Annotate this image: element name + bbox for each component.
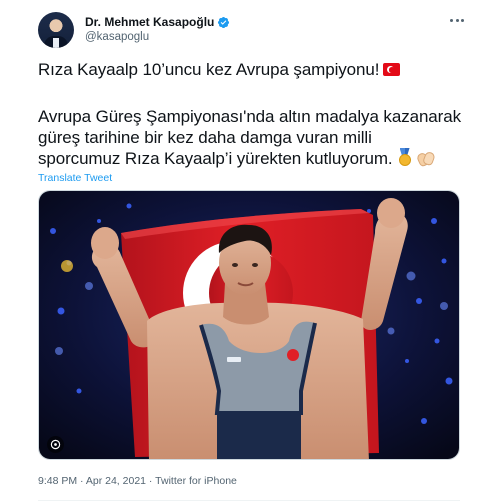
gold-medal-icon: [397, 148, 413, 167]
tweet-metadata: 9:48 PM · Apr 24, 2021 · Twitter for iPh…: [38, 475, 237, 487]
tweet-headline: Rıza Kayaalp 10’uncu kez Avrupa şampiyon…: [38, 60, 380, 79]
more-dot: [455, 18, 459, 22]
tweet-source[interactable]: Twitter for iPhone: [155, 475, 237, 487]
author-avatar[interactable]: [38, 12, 74, 48]
verified-badge-icon: [218, 16, 230, 28]
author-name[interactable]: Dr. Mehmet Kasapoğlu: [85, 15, 214, 29]
author-handle[interactable]: @kasapoglu: [85, 31, 149, 43]
tweet-time[interactable]: 9:48 PM: [38, 475, 77, 487]
translate-tweet-link[interactable]: Translate Tweet: [38, 172, 112, 184]
tweet-date[interactable]: Apr 24, 2021: [86, 475, 146, 487]
more-dot: [461, 18, 464, 22]
tweet-closing-text: sporcumuz Rıza Kayaalp’i yürekten kutluy…: [38, 149, 393, 168]
tweet-text-line-4: sporcumuz Rıza Kayaalp’i yürekten kutluy…: [38, 148, 436, 170]
tweet-text-line-3: güreş tarihine bir kez daha damga vuran …: [38, 128, 372, 147]
author-name-row[interactable]: Dr. Mehmet Kasapoğlu: [85, 15, 230, 29]
clapping-hands-icon: [415, 149, 436, 168]
wrestler-with-flag-image: [39, 191, 459, 459]
tweet-card: Dr. Mehmet Kasapoğlu @kasapoglu Rıza Kay…: [0, 0, 494, 502]
more-options-icon[interactable]: [446, 13, 468, 27]
tweet-text-line-1: Rıza Kayaalp 10’uncu kez Avrupa şampiyon…: [38, 59, 401, 81]
media-badge-icon[interactable]: [47, 436, 64, 453]
turkey-flag-icon: [383, 63, 401, 76]
tweet-photo[interactable]: [38, 190, 460, 460]
tweet-text-line-2: Avrupa Güreş Şampiyonası'nda altın madal…: [38, 107, 461, 126]
meta-separator: ·: [146, 475, 156, 487]
media-tag-glyph: [50, 439, 61, 450]
divider: [38, 500, 460, 501]
avatar-shirt-shape: [53, 38, 59, 48]
more-dot: [450, 18, 453, 22]
meta-separator: ·: [77, 475, 86, 487]
